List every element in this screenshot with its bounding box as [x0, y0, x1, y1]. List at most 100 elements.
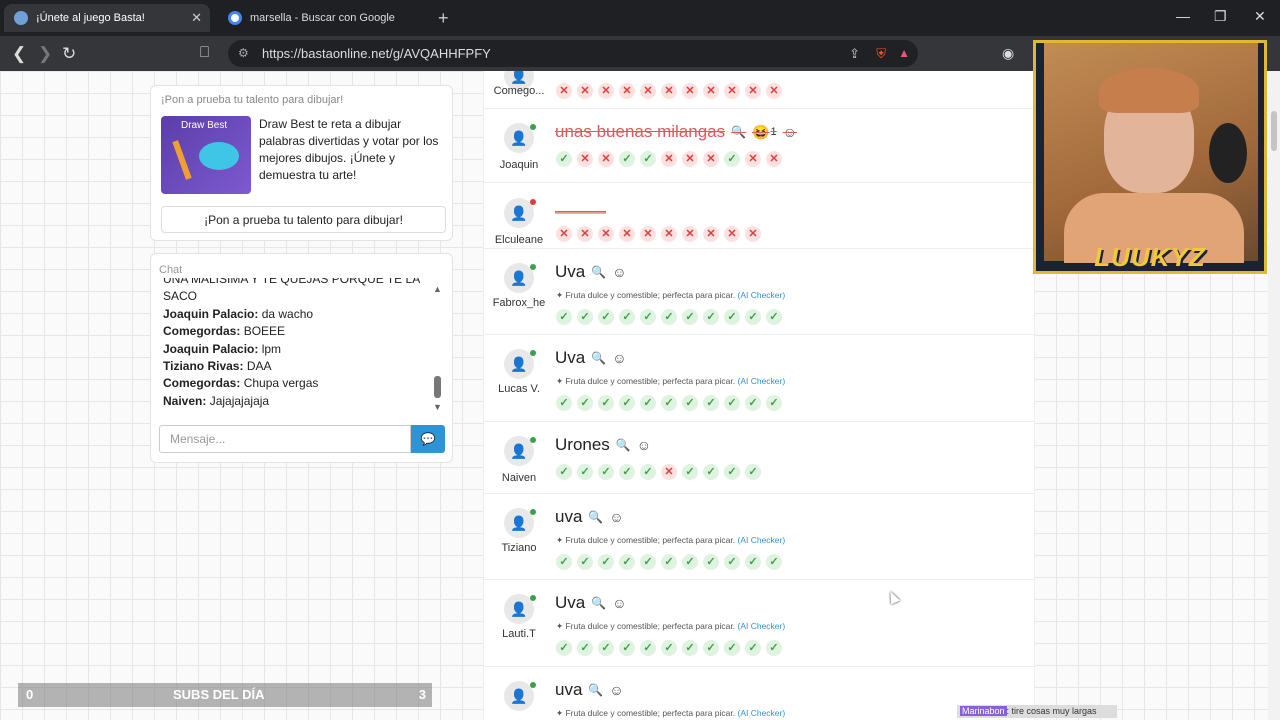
check-icon: ✓	[766, 554, 782, 570]
cross-icon: ✕	[577, 226, 593, 242]
cross-icon: ✕	[640, 83, 656, 99]
search-icon[interactable]: 🔍	[591, 596, 606, 610]
add-reaction-icon[interactable]: ☺	[637, 437, 651, 453]
add-reaction-icon[interactable]: ☺	[783, 124, 797, 140]
answer-row: 👤NaivenUrones🔍☺✓✓✓✓✓✕✓✓✓✓✕	[484, 424, 1034, 494]
tab-basta[interactable]: ¡Únete al juego Basta! ✕	[4, 4, 210, 32]
check-icon: ✓	[724, 464, 740, 480]
reaction-emoji[interactable]: 😆	[752, 124, 769, 141]
check-icon: ✓	[703, 554, 719, 570]
check-icon: ✓	[724, 395, 740, 411]
vote-row: ✕ ✕ ✕ ✕ ✕ ✕ ✕ ✕ ✕ ✕	[556, 226, 761, 242]
search-icon[interactable]: 🔍	[588, 510, 603, 524]
check-icon: ✓	[619, 640, 635, 656]
search-icon[interactable]: 🔍	[591, 265, 606, 279]
answer-text: ———	[555, 202, 606, 221]
check-icon: ✓	[766, 309, 782, 325]
cross-icon: ✕	[703, 151, 719, 167]
chat-bubble-icon: 💬	[420, 432, 436, 446]
check-icon: ✓	[661, 554, 677, 570]
vote-row: ✓ ✓ ✓ ✓ ✓ ✓ ✓ ✓ ✓ ✓ ✓	[556, 309, 782, 325]
answer-text: uva	[555, 507, 583, 526]
chat-message: Comegordas: BOEEE	[163, 324, 286, 339]
bookmark-icon[interactable]: ⎕	[200, 44, 209, 61]
maximize-icon[interactable]: ❐	[1214, 8, 1227, 25]
profile-icon[interactable]: ◉	[1002, 45, 1014, 62]
answer-text-group: Urones 🔍 ☺	[555, 435, 651, 455]
tab-google[interactable]: marsella - Buscar con Google	[218, 4, 430, 32]
chat-scrollbar[interactable]: ▲ ▼	[433, 284, 443, 416]
check-icon: ✓	[640, 554, 656, 570]
add-reaction-icon[interactable]: ☺	[609, 509, 623, 525]
site-settings-icon[interactable]: ⚙	[238, 40, 249, 67]
page-scrollbar[interactable]	[1268, 71, 1280, 720]
scroll-up-icon[interactable]: ▲	[433, 284, 443, 294]
reaction-count: 1	[770, 126, 777, 138]
player-name: Lucas V.	[498, 383, 540, 395]
cross-icon: ✕	[745, 151, 761, 167]
new-tab-plus-icon[interactable]: +	[438, 8, 449, 29]
chat-message-input[interactable]: Mensaje...	[159, 425, 411, 453]
cross-icon: ✕	[682, 226, 698, 242]
check-icon: ✓	[556, 151, 572, 167]
cross-icon: ✕	[703, 83, 719, 99]
chat-ticker: Marinabon: tire cosas muy largas	[957, 705, 1117, 718]
promo-image-text: Draw Best	[181, 120, 228, 131]
streamer-hair	[1099, 68, 1199, 113]
page-scroll-thumb[interactable]	[1271, 111, 1277, 151]
add-reaction-icon[interactable]: ☺	[612, 595, 626, 611]
brave-shield-icon[interactable]: ⛨	[876, 40, 886, 67]
webcam-video	[1044, 43, 1258, 263]
check-icon: ✓	[619, 309, 635, 325]
add-reaction-icon[interactable]: ☺	[612, 350, 626, 366]
search-icon[interactable]: 🔍	[591, 351, 606, 365]
cross-icon: ✕	[682, 151, 698, 167]
answer-text-group: uva 🔍 ☺	[555, 680, 624, 700]
add-reaction-icon[interactable]: ☺	[609, 682, 623, 698]
close-tab-icon[interactable]: ✕	[191, 10, 202, 26]
share-icon[interactable]: ⇪	[849, 40, 860, 67]
player-name: Fabrox_he	[492, 297, 546, 309]
promo-heading: ¡Pon a prueba tu talento para dibujar!	[161, 94, 344, 106]
check-icon: ✓	[640, 395, 656, 411]
promo-card: ¡Pon a prueba tu talento para dibujar! D…	[150, 85, 453, 241]
reload-icon[interactable]: ↻	[62, 44, 76, 64]
player-name: Joaquin	[499, 159, 539, 171]
vote-row: ✓ ✕ ✕ ✓ ✓ ✕ ✕ ✕ ✓ ✕ ✕	[556, 151, 782, 167]
headphones-icon	[1209, 123, 1247, 183]
ticker-text: : tire cosas muy largas	[1006, 706, 1097, 716]
close-window-icon[interactable]: ✕	[1254, 8, 1266, 25]
streamer-name: LUUKYZ	[1094, 242, 1206, 272]
chat-message: Naiven: Jajajajajaja	[163, 393, 270, 408]
check-icon: ✓	[640, 640, 656, 656]
search-icon[interactable]: 🔍	[588, 683, 603, 697]
add-reaction-icon[interactable]: ☺	[612, 264, 626, 280]
scroll-thumb[interactable]	[434, 376, 441, 398]
check-icon: ✓	[640, 309, 656, 325]
check-icon: ✓	[703, 464, 719, 480]
answer-text-group: unas buenas milangas 🔍 😆 1 ☺	[555, 122, 797, 142]
check-icon: ✓	[598, 640, 614, 656]
promo-image[interactable]: Draw Best	[161, 116, 251, 194]
scroll-down-icon[interactable]: ▼	[433, 402, 442, 412]
check-icon: ✓	[682, 640, 698, 656]
answer-row: 👤 Joaquin unas buenas milangas 🔍 😆 1 ☺ ✓ ✕ ✕ ✓ ✓ ✕ ✕ ✕…	[484, 111, 1034, 183]
online-status-dot	[530, 509, 536, 515]
check-icon: ✓	[661, 640, 677, 656]
tab-title: marsella - Buscar con Google	[250, 12, 395, 24]
back-icon[interactable]: ❮	[12, 44, 26, 64]
promo-description: Draw Best te reta a dibujar palabras div…	[259, 117, 439, 182]
send-message-button[interactable]: 💬	[411, 425, 445, 453]
url-field[interactable]: ⚙ https://bastaonline.net/g/AVQAHHFPFY ⇪…	[228, 40, 918, 67]
search-icon[interactable]: 🔍	[731, 125, 746, 139]
minimize-icon[interactable]: —	[1176, 8, 1190, 24]
forward-icon[interactable]: ❯	[38, 44, 52, 64]
check-icon: ✓	[724, 309, 740, 325]
cross-icon: ✕	[577, 83, 593, 99]
rewards-icon[interactable]: ▲	[898, 40, 910, 67]
promo-button[interactable]: ¡Pon a prueba tu talento para dibujar!	[161, 206, 446, 233]
cross-icon: ✕	[619, 226, 635, 242]
cross-icon: ✕	[598, 83, 614, 99]
search-icon[interactable]: 🔍	[616, 438, 631, 452]
check-icon: ✓	[640, 151, 656, 167]
